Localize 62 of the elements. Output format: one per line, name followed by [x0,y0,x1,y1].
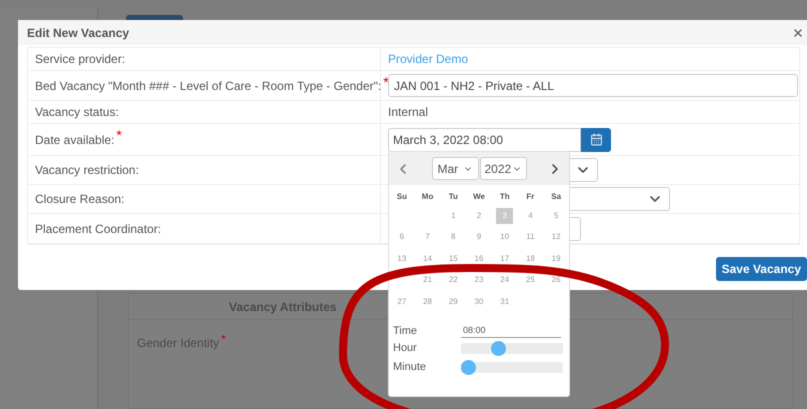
day-cell[interactable]: 17 [496,250,514,267]
weekday-label: Sa [550,191,562,203]
weekday-label: Fr [525,191,536,203]
slider-thumb[interactable] [461,360,476,375]
day-cell[interactable]: 1 [444,208,462,224]
day-cell[interactable]: 11 [522,229,539,246]
day-cell[interactable]: 23 [470,272,488,288]
field-label: Date available: [35,132,114,148]
day-cell[interactable]: 10 [496,229,514,246]
time-label: Time [393,324,418,338]
save-vacancy-button[interactable]: Save Vacancy [716,257,807,281]
field-label: Placement Coordinator: [35,220,162,238]
day-cell[interactable]: 4 [522,208,539,224]
required-mark: * [116,128,122,142]
year-select[interactable]: 2022 [480,157,526,180]
input-field[interactable]: JAN 001 - NH2 - Private - ALL [388,74,798,97]
day-cell[interactable]: 27 [393,294,410,310]
day-cell[interactable]: 14 [419,250,436,267]
field-label: Bed Vacancy "Month ### - Level of Care - Room Type - Gender": [35,78,382,94]
day-cell[interactable]: 25 [522,272,539,288]
time-value: 08:00 [461,324,561,338]
field-label: Service provider: [35,51,126,68]
day-cell[interactable]: 26 [548,272,565,288]
day-cell[interactable]: 21 [419,272,436,288]
weekday-label: Su [396,191,408,203]
day-cell[interactable]: 28 [419,294,436,310]
slider-label: Minute [393,360,428,376]
day-cell[interactable]: 31 [496,294,514,310]
day-cell[interactable]: 2 [470,208,488,224]
weekday-label: Tu [448,191,459,203]
status-text: Internal [388,104,428,121]
month-select[interactable]: Mar [432,157,478,180]
close-icon[interactable] [792,26,804,38]
required-mark: * [383,75,389,89]
day-cell[interactable]: 8 [444,229,462,246]
weekday-label: Mo [420,191,434,203]
weekday-label: Th [498,191,511,203]
day-cell[interactable]: 9 [470,229,488,246]
field-label: Vacancy restriction: [35,162,139,179]
day-cell[interactable]: 5 [548,208,565,224]
day-cell[interactable]: 22 [444,272,462,288]
day-cell[interactable]: 16 [470,250,488,267]
day-cell[interactable]: 18 [522,250,539,267]
provider-link[interactable]: Provider Demo [388,50,468,68]
calendar-button[interactable] [581,128,611,152]
field-label: Closure Reason: [35,191,124,208]
day-cell[interactable]: 19 [548,250,565,267]
slider-label: Hour [393,341,418,356]
day-cell[interactable]: 7 [419,229,436,246]
modal-title: Edit New Vacancy [27,24,130,42]
required-mark: * [221,331,226,348]
day-cell[interactable]: 30 [470,294,488,310]
slider-thumb[interactable] [491,341,506,356]
weekday-label: We [472,191,486,203]
day-cell[interactable]: 15 [444,250,462,267]
field-label: Vacancy status: [35,104,119,121]
day-cell[interactable]: 6 [393,229,410,246]
day-cell[interactable]: 12 [548,229,565,246]
day-cell[interactable]: 13 [393,250,410,267]
day-cell[interactable]: 24 [496,272,514,288]
day-cell[interactable]: 29 [444,294,462,310]
calendar-icon [590,133,602,146]
